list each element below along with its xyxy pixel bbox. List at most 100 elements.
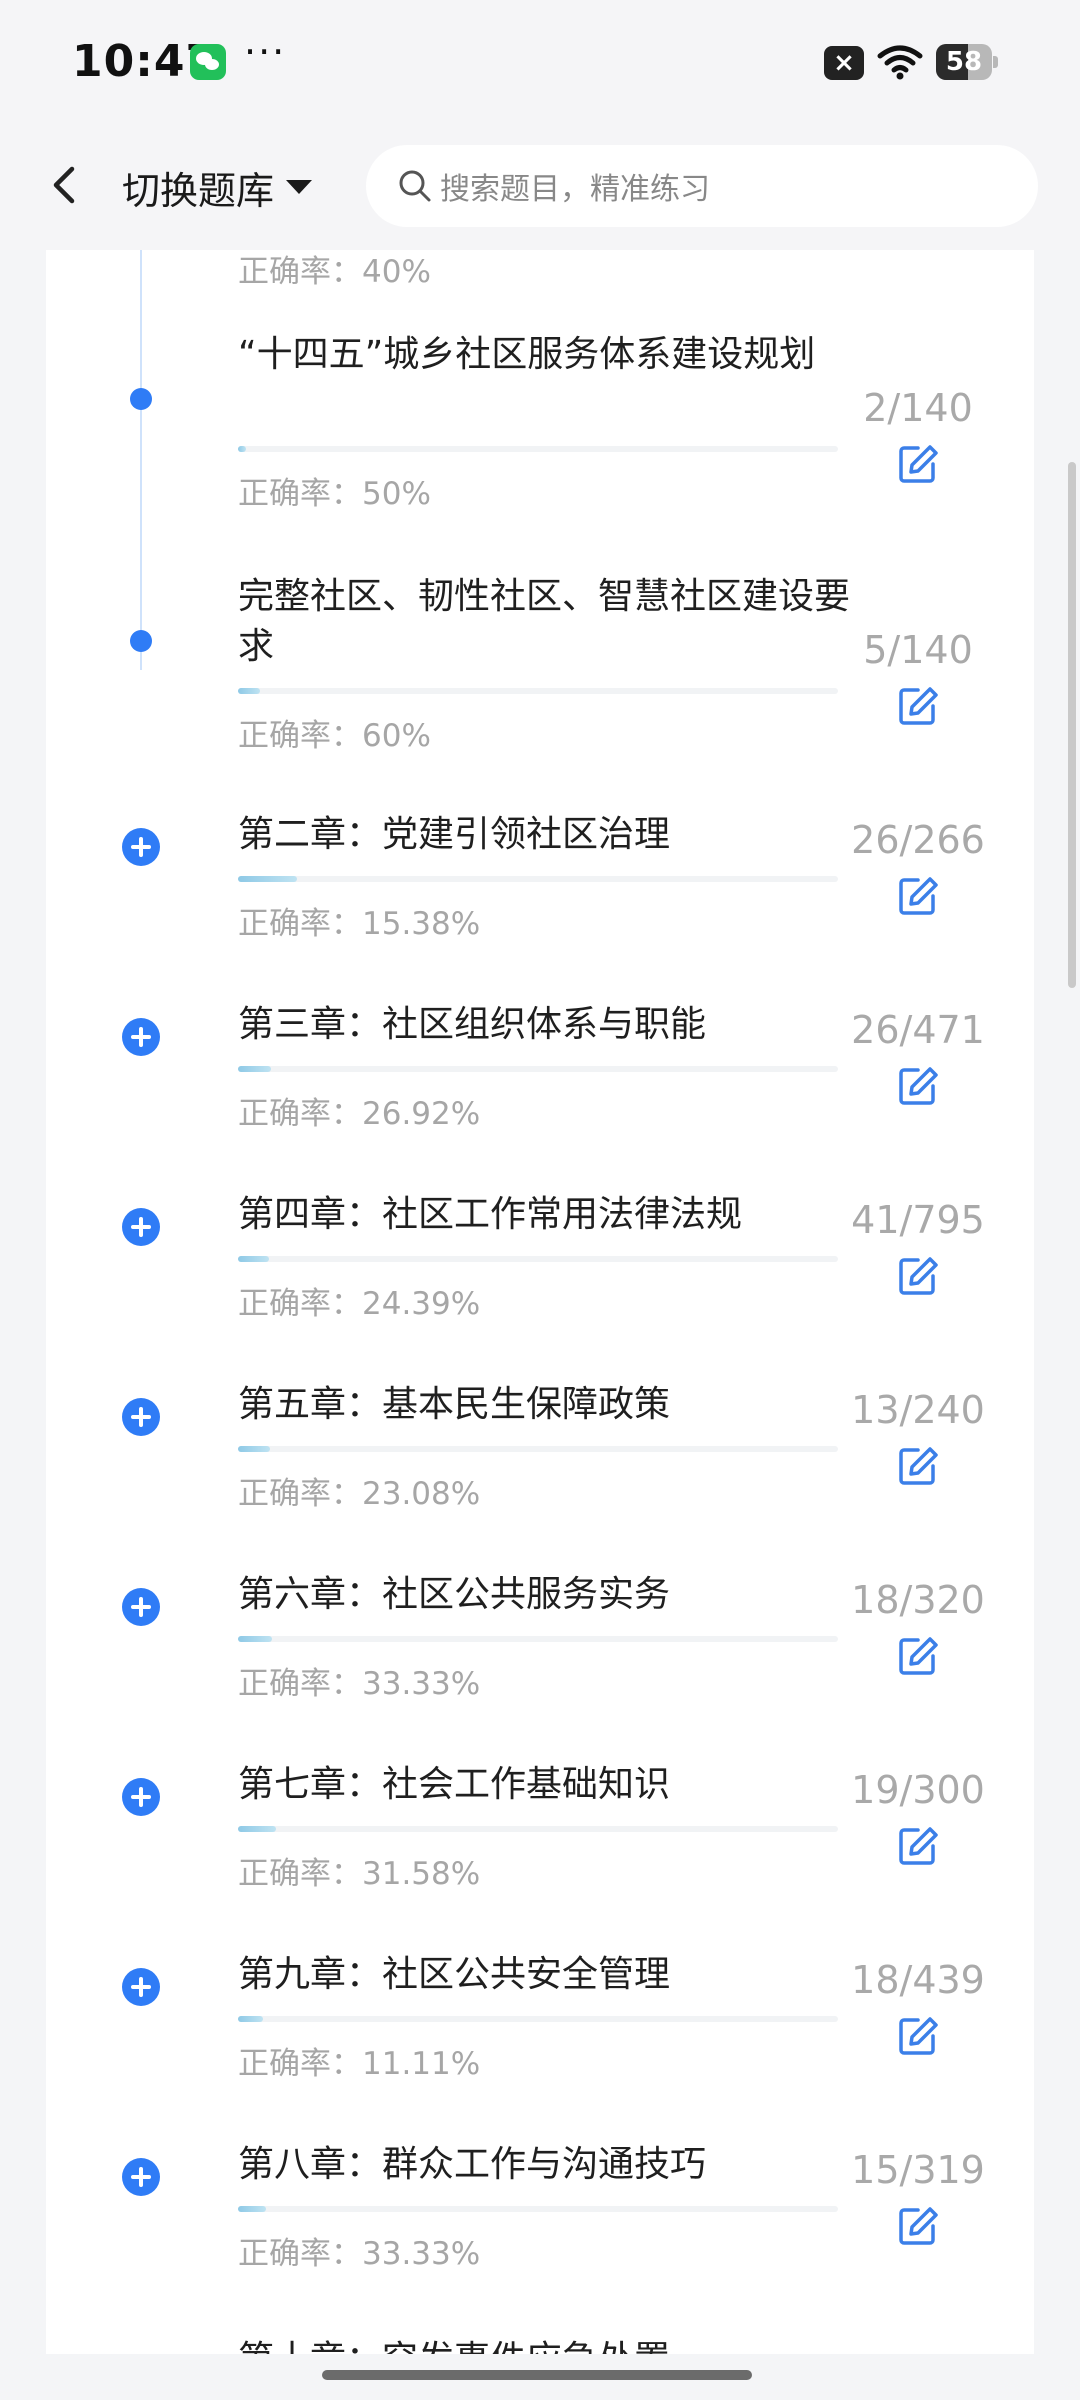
status-bar: 10:47 ··· × 58: [0, 0, 1080, 125]
accuracy-text: 正确率：26.92%: [238, 1096, 481, 1132]
battery-icon: 58: [936, 44, 998, 80]
chapter-row[interactable]: 第七章：社会工作基础知识正确率：31.58% 19/300: [46, 1760, 1034, 1950]
accuracy-text: 正确率：33.33%: [238, 1666, 481, 1702]
timeline-dot-icon: [130, 630, 152, 652]
chapter-title: 第三章：社区组织体系与职能: [238, 1004, 707, 1045]
chapter-title: 第六章：社区公共服务实务: [238, 1574, 671, 1615]
progress-bar: [238, 2016, 838, 2022]
sim-x-icon: ×: [824, 46, 864, 80]
expand-plus-icon[interactable]: [122, 828, 160, 866]
chapter-title: 第九章：社区公共安全管理: [238, 1954, 671, 1995]
chapter-row[interactable]: 完整社区、韧性社区、智慧社区建设要求正确率：60% 5/140: [46, 572, 1034, 762]
chapter-row[interactable]: “十四五”城乡社区服务体系建设规划正确率：50% 2/140: [46, 330, 1034, 520]
partial-accuracy: 正确率：40%: [238, 254, 431, 290]
progress-fill: [238, 1636, 272, 1642]
chapter-title: 第二章：党建引领社区治理: [238, 814, 671, 855]
accuracy-text: 正确率：15.38%: [238, 906, 481, 942]
question-count: 41/795: [851, 1198, 985, 1242]
expand-plus-icon[interactable]: [122, 2158, 160, 2196]
chapter-title: 完整社区、韧性社区、智慧社区建设要求: [238, 576, 851, 667]
more-dots-icon: ···: [244, 30, 287, 74]
edit-icon[interactable]: [896, 1634, 940, 1678]
switch-bank-label: 切换题库: [122, 168, 275, 213]
expand-plus-icon[interactable]: [122, 1208, 160, 1246]
edit-icon[interactable]: [896, 442, 940, 486]
progress-fill: [238, 1066, 271, 1072]
progress-bar: [238, 876, 838, 882]
top-header: 切换题库 搜索题目，精准练习: [0, 125, 1080, 250]
question-count: 26/266: [851, 818, 985, 862]
progress-fill: [238, 688, 260, 694]
chapter-title: 第五章：基本民生保障政策: [238, 1384, 671, 1425]
progress-fill: [238, 2206, 266, 2212]
question-count: 15/319: [851, 2148, 985, 2192]
battery-level: 58: [945, 47, 983, 77]
question-count: 13/240: [851, 1388, 985, 1432]
chapter-row[interactable]: 第八章：群众工作与沟通技巧正确率：33.33% 15/319: [46, 2140, 1034, 2330]
edit-icon[interactable]: [896, 684, 940, 728]
search-placeholder: 搜索题目，精准练习: [440, 172, 710, 207]
edit-icon[interactable]: [896, 2014, 940, 2058]
wifi-icon: [877, 45, 923, 80]
chapter-title: 第四章：社区工作常用法律法规: [238, 1194, 743, 1235]
edit-icon[interactable]: [896, 1824, 940, 1868]
chapter-row[interactable]: 第九章：社区公共安全管理正确率：11.11% 18/439: [46, 1950, 1034, 2140]
expand-plus-icon[interactable]: [122, 1778, 160, 1816]
progress-fill: [238, 1256, 269, 1262]
accuracy-text: 正确率：33.33%: [238, 2236, 481, 2272]
accuracy-text: 正确率：31.58%: [238, 1856, 481, 1892]
home-indicator[interactable]: [322, 2370, 752, 2380]
progress-bar: [238, 1636, 838, 1642]
chapter-list: 正确率：40% “十四五”城乡社区服务体系建设规划正确率：50% 2/140 完整社…: [46, 250, 1034, 2354]
edit-icon[interactable]: [896, 874, 940, 918]
timeline-dot-icon: [130, 388, 152, 410]
partial-chapter-title[interactable]: 第十章：突发事件应急处置: [238, 2330, 670, 2354]
chapter-row[interactable]: 第四章：社区工作常用法律法规正确率：24.39% 41/795: [46, 1190, 1034, 1380]
progress-bar: [238, 2206, 838, 2212]
accuracy-text: 正确率：11.11%: [238, 2046, 481, 2082]
chapter-row[interactable]: 第三章：社区组织体系与职能正确率：26.92% 26/471: [46, 1000, 1034, 1190]
chevron-left-icon[interactable]: [42, 153, 86, 217]
expand-plus-icon[interactable]: [122, 1398, 160, 1436]
wechat-icon: [190, 44, 226, 80]
question-count: 26/471: [851, 1008, 985, 1052]
progress-fill: [238, 2016, 263, 2022]
progress-fill: [238, 876, 297, 882]
question-count: 2/140: [863, 386, 973, 430]
chapter-title: 第七章：社会工作基础知识: [238, 1764, 671, 1805]
progress-fill: [238, 446, 246, 452]
search-input[interactable]: 搜索题目，精准练习: [366, 145, 1038, 227]
search-icon: [399, 170, 431, 202]
expand-plus-icon[interactable]: [122, 1968, 160, 2006]
question-count: 19/300: [851, 1768, 985, 1812]
question-count: 18/320: [851, 1578, 985, 1622]
accuracy-text: 正确率：60%: [238, 718, 431, 754]
progress-bar: [238, 1446, 838, 1452]
accuracy-text: 正确率：23.08%: [238, 1476, 481, 1512]
expand-plus-icon[interactable]: [122, 1018, 160, 1056]
chapter-row[interactable]: 第六章：社区公共服务实务正确率：33.33% 18/320: [46, 1570, 1034, 1760]
scrollbar[interactable]: [1068, 462, 1076, 988]
edit-icon[interactable]: [896, 1254, 940, 1298]
accuracy-text: 正确率：50%: [238, 476, 431, 512]
expand-plus-icon[interactable]: [122, 1588, 160, 1626]
chapter-row[interactable]: 第五章：基本民生保障政策正确率：23.08% 13/240: [46, 1380, 1034, 1570]
chapter-row[interactable]: 第二章：党建引领社区治理正确率：15.38% 26/266: [46, 810, 1034, 1000]
edit-icon[interactable]: [896, 1064, 940, 1108]
chapter-title: 第八章：群众工作与沟通技巧: [238, 2144, 707, 2185]
edit-icon[interactable]: [896, 1444, 940, 1488]
progress-bar: [238, 688, 838, 694]
progress-fill: [238, 1826, 276, 1832]
caret-down-icon: [286, 180, 313, 194]
question-count: 18/439: [851, 1958, 985, 2002]
progress-bar: [238, 1256, 838, 1262]
edit-icon[interactable]: [896, 2204, 940, 2248]
progress-bar: [238, 446, 838, 452]
progress-fill: [238, 1446, 270, 1452]
switch-bank-button[interactable]: 切换题库: [122, 157, 313, 217]
chapter-title: “十四五”城乡社区服务体系建设规划: [238, 334, 816, 375]
progress-bar: [238, 1066, 838, 1072]
accuracy-text: 正确率：24.39%: [238, 1286, 481, 1322]
progress-bar: [238, 1826, 838, 1832]
question-count: 5/140: [863, 628, 973, 672]
